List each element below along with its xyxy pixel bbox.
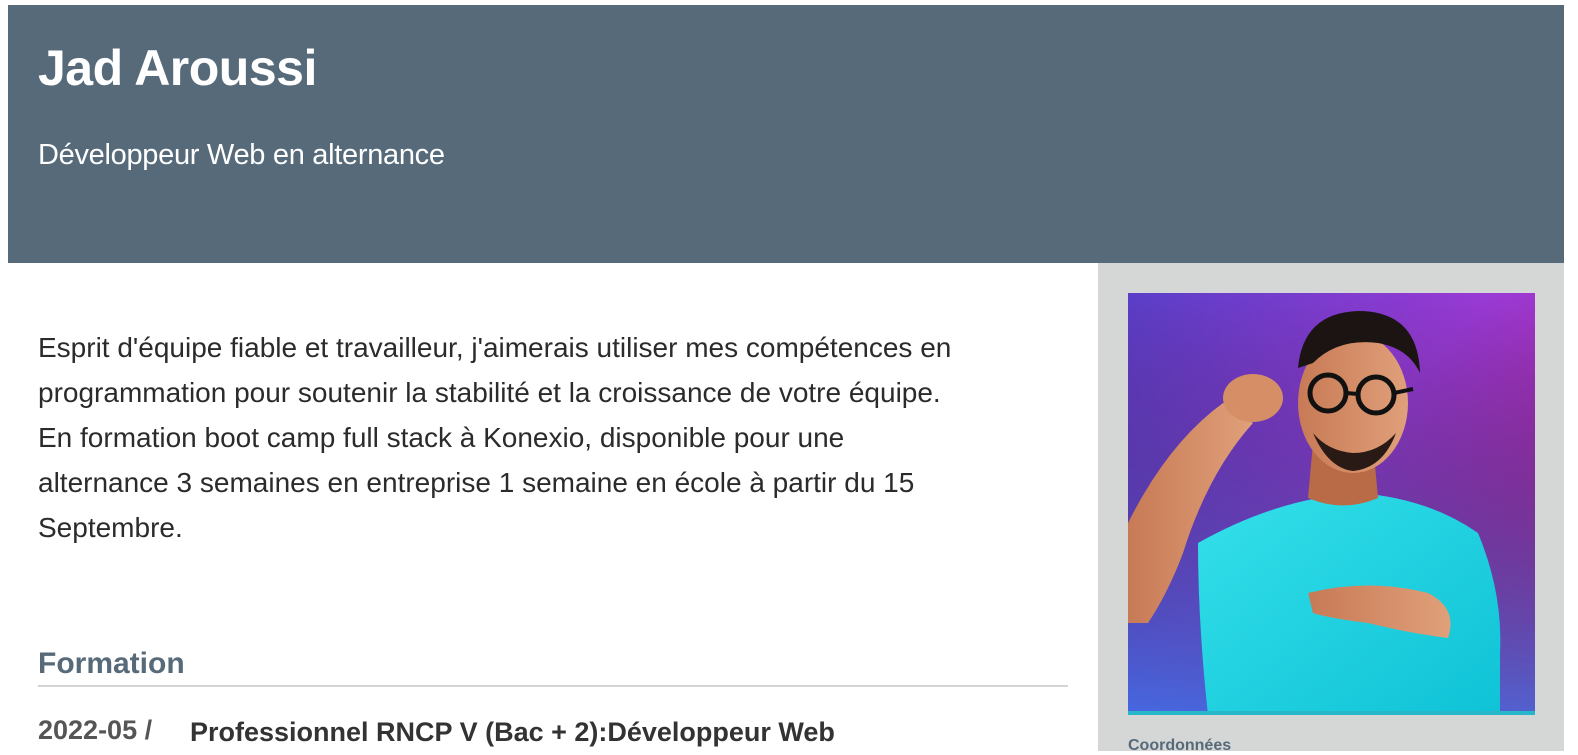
profile-photo-illustration — [1128, 293, 1535, 715]
profile-photo — [1128, 293, 1535, 715]
profile-summary: Esprit d'équipe fiable et travailleur, j… — [38, 332, 952, 543]
section-divider — [38, 685, 1068, 687]
sidebar-section-label: Coordonnées — [1128, 737, 1232, 754]
main-column: Esprit d'équipe fiable et travailleur, j… — [8, 263, 1098, 751]
section-title-formation: Formation — [38, 647, 185, 680]
formation-entry-date: 2022-05 / — [38, 715, 153, 745]
candidate-job-title: Développeur Web en alternance — [38, 139, 445, 171]
photo-accent-bar — [1128, 711, 1535, 715]
formation-entry-title: Professionnel RNCP V (Bac + 2):Développe… — [190, 717, 835, 747]
cv-header: Jad Aroussi Développeur Web en alternanc… — [8, 5, 1564, 263]
sidebar: Coordonnées — [1098, 263, 1564, 754]
candidate-name: Jad Aroussi — [38, 40, 317, 96]
